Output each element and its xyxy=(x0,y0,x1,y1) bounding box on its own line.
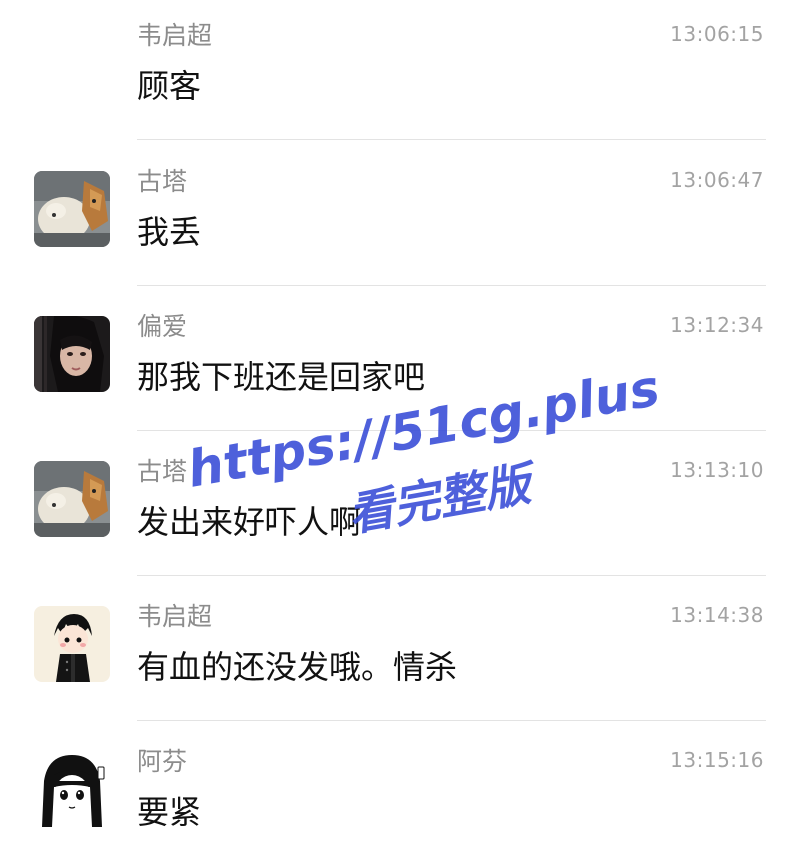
message-list: 韦启超 13:06:15 顾客 古塔 13:06:47 我丢 偏爱 13:12:… xyxy=(0,0,800,852)
message-text: 我丢 xyxy=(137,213,202,251)
message-text: 要紧 xyxy=(137,793,202,831)
message-text: 顾客 xyxy=(137,67,202,105)
anime-girl-sketch-icon xyxy=(34,751,110,827)
girl-photo-icon xyxy=(34,316,110,392)
sender-name: 阿芬 xyxy=(137,747,188,776)
message-row[interactable]: 阿芬 13:15:16 要紧 xyxy=(0,721,800,866)
anime-boy-illustration-icon xyxy=(34,606,110,682)
sender-name: 韦启超 xyxy=(137,602,213,631)
message-row[interactable]: 偏爱 13:12:34 那我下班还是回家吧 xyxy=(0,286,800,431)
avatar[interactable] xyxy=(34,606,110,682)
message-time: 13:06:15 xyxy=(670,22,764,46)
sender-name: 古塔 xyxy=(137,457,188,486)
message-text: 有血的还没发哦。情杀 xyxy=(137,648,458,686)
message-time: 13:14:38 xyxy=(670,603,764,627)
message-text: 发出来好吓人啊 xyxy=(137,503,362,541)
sender-name: 韦启超 xyxy=(137,21,213,50)
message-time: 13:13:10 xyxy=(670,458,764,482)
avatar[interactable] xyxy=(34,171,110,247)
message-text: 那我下班还是回家吧 xyxy=(137,358,426,396)
message-row[interactable]: 古塔 13:13:10 发出来好吓人啊 xyxy=(0,431,800,576)
message-row[interactable]: 韦启超 13:14:38 有血的还没发哦。情杀 xyxy=(0,576,800,721)
avatar[interactable] xyxy=(34,461,110,537)
message-row[interactable]: 古塔 13:06:47 我丢 xyxy=(0,141,800,286)
row-divider xyxy=(137,139,766,140)
message-time: 13:15:16 xyxy=(670,748,764,772)
sender-name: 偏爱 xyxy=(137,312,188,341)
message-time: 13:12:34 xyxy=(670,313,764,337)
message-time: 13:06:47 xyxy=(670,168,764,192)
avatar[interactable] xyxy=(34,751,110,827)
avatar[interactable] xyxy=(34,316,110,392)
cat-dog-photo-icon xyxy=(34,171,110,247)
message-row[interactable]: 韦启超 13:06:15 顾客 xyxy=(0,0,800,140)
sender-name: 古塔 xyxy=(137,167,188,196)
cat-dog-photo-icon xyxy=(34,461,110,537)
